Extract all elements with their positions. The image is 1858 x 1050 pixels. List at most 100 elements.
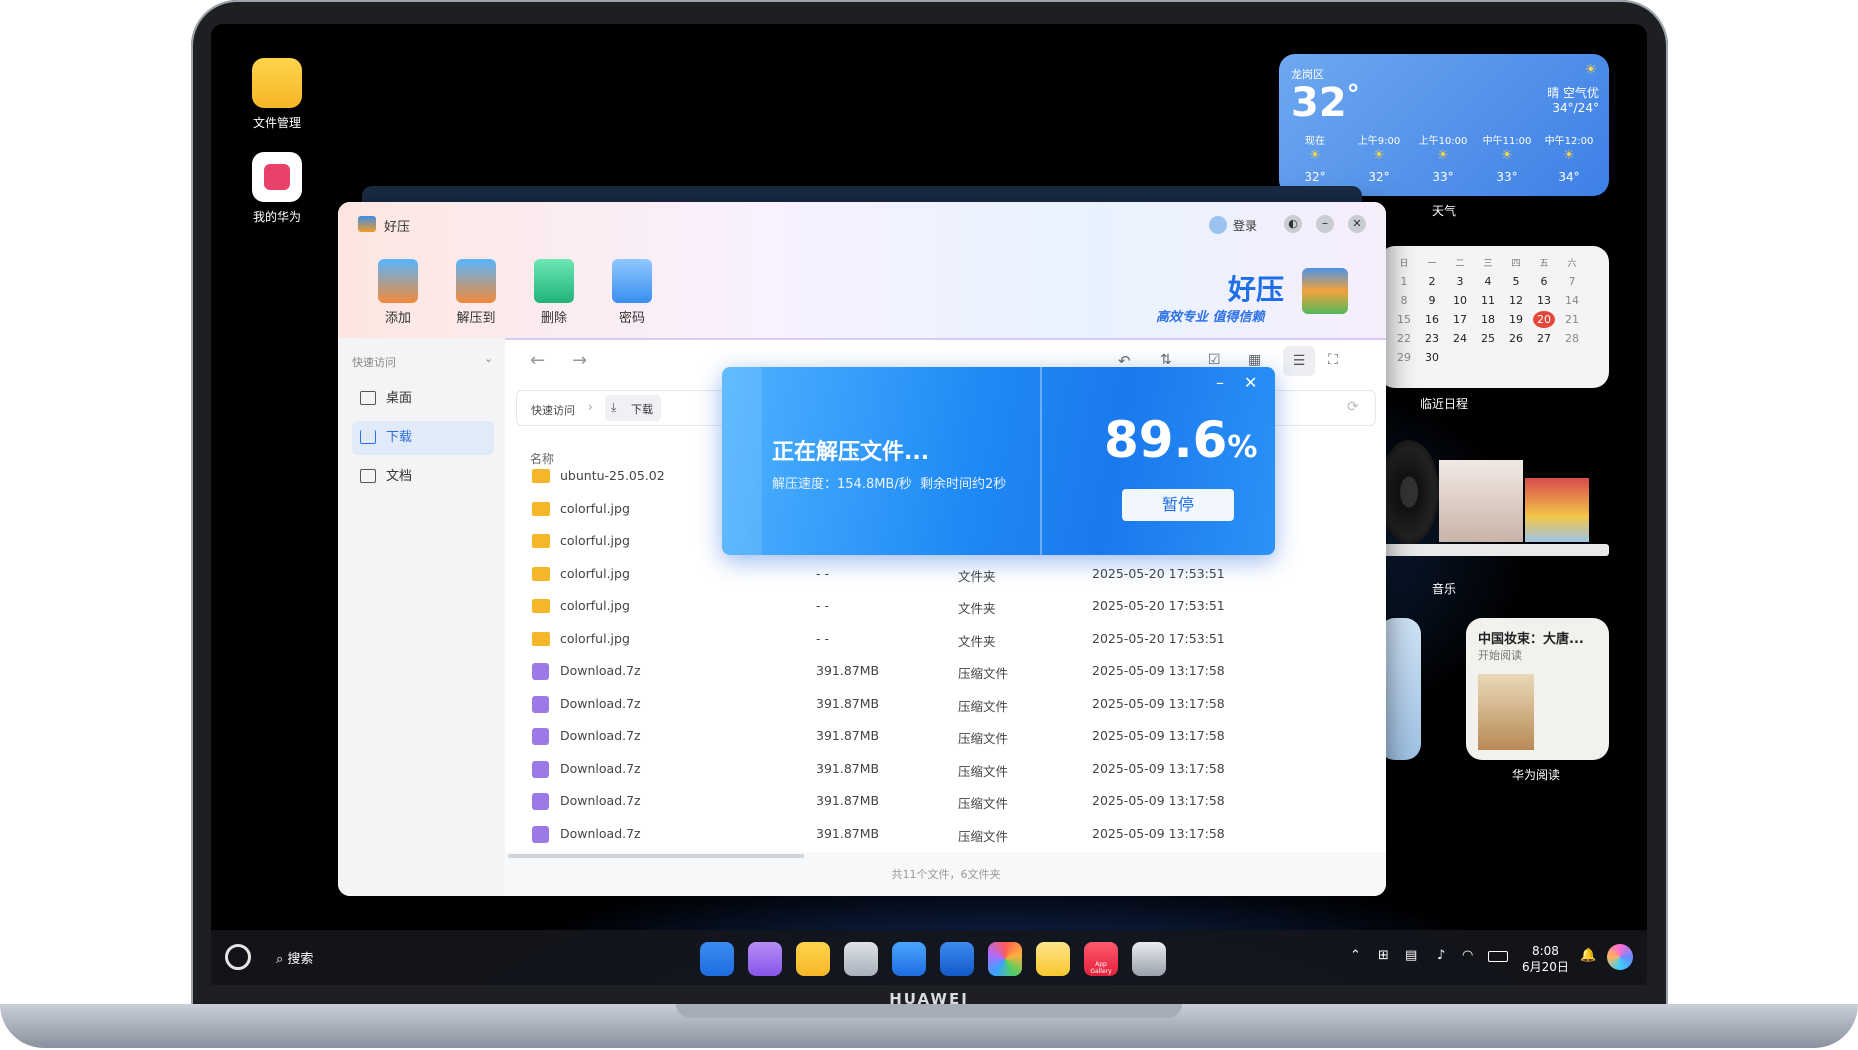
- music-label: 音乐: [1431, 582, 1456, 596]
- calendar-day[interactable]: 7: [1561, 273, 1583, 290]
- calendar-day[interactable]: 22: [1393, 330, 1415, 347]
- sidebar-item-documents[interactable]: 文档: [352, 460, 494, 494]
- notes-icon[interactable]: [1036, 942, 1070, 976]
- input-method-icon[interactable]: ⊞: [1378, 948, 1389, 963]
- calendar-day[interactable]: 11: [1477, 292, 1499, 309]
- calendar-day[interactable]: 4: [1477, 273, 1499, 290]
- horizontal-scrollbar[interactable]: [508, 854, 804, 858]
- file-row[interactable]: Download.7z 391.87MB 压缩文件 2025-05-09 13:17:…: [518, 753, 1378, 785]
- weekday-label: 六: [1567, 259, 1577, 269]
- sidebar-item-downloads[interactable]: 下载: [352, 421, 494, 455]
- back-arrow-icon[interactable]: ←: [530, 350, 545, 371]
- calendar-day[interactable]: 12: [1505, 292, 1527, 309]
- skin-icon[interactable]: ◐: [1284, 215, 1302, 233]
- calendar-day[interactable]: 29: [1393, 349, 1415, 366]
- progress-percent: 89.6%: [1104, 411, 1258, 469]
- refresh-icon[interactable]: ⟳: [1347, 399, 1359, 415]
- password-button[interactable]: 密码: [602, 259, 662, 326]
- calendar-day[interactable]: 21: [1561, 311, 1583, 328]
- calendar-today[interactable]: 20: [1533, 311, 1555, 328]
- settings-icon[interactable]: [1132, 942, 1166, 976]
- start-icon[interactable]: [700, 942, 734, 976]
- reading-widget[interactable]: 中国妆束：大唐... 开始阅读: [1466, 618, 1609, 760]
- sidebar-item-desktop[interactable]: 桌面: [352, 382, 494, 416]
- fullscreen-icon[interactable]: ⛶: [1328, 352, 1338, 368]
- extract-button[interactable]: 解压到: [446, 259, 506, 326]
- multitask-icon[interactable]: [748, 942, 782, 976]
- breadcrumb-quick[interactable]: 快速访问: [531, 402, 575, 418]
- grid-view-icon[interactable]: ▦: [1248, 352, 1261, 368]
- calendar-day[interactable]: 23: [1421, 330, 1443, 347]
- file-row[interactable]: Download.7z 391.87MB 压缩文件 2025-05-09 13:17:…: [518, 688, 1378, 720]
- calendar-day[interactable]: 5: [1505, 273, 1527, 290]
- desktop-icon-files[interactable]: 文件管理: [237, 58, 317, 131]
- calendar-day[interactable]: 13: [1533, 292, 1555, 309]
- trash-icon[interactable]: [844, 942, 878, 976]
- mail-icon[interactable]: [940, 942, 974, 976]
- calendar-day[interactable]: 26: [1505, 330, 1527, 347]
- forward-arrow-icon[interactable]: →: [572, 350, 587, 371]
- celia-icon[interactable]: [1607, 944, 1633, 970]
- chevron-up-icon[interactable]: ⌃: [1350, 948, 1361, 963]
- calendar-day[interactable]: 2: [1421, 273, 1443, 290]
- clock[interactable]: 8:08 6月20日: [1522, 944, 1569, 975]
- file-row[interactable]: colorful.jpg - - 文件夹 2025-05-20 17:53:51: [518, 558, 1378, 590]
- calendar-day[interactable]: 27: [1533, 330, 1555, 347]
- file-row[interactable]: colorful.jpg - - 文件夹 2025-05-20 17:53:51: [518, 623, 1378, 655]
- file-size: 391.87MB: [816, 825, 880, 841]
- calendar-day[interactable]: 14: [1561, 292, 1583, 309]
- calendar-day[interactable]: 1: [1393, 273, 1415, 290]
- weekday-label: 四: [1511, 259, 1521, 269]
- delete-button[interactable]: 删除: [524, 259, 584, 326]
- file-type: 压缩文件: [958, 731, 1009, 746]
- taskbar-search[interactable]: ⌕ 搜索: [276, 948, 313, 967]
- desktop-icon-myhuawei[interactable]: 我的华为: [237, 152, 317, 225]
- minimize-button[interactable]: –: [1316, 215, 1334, 233]
- volume-icon[interactable]: ♪: [1437, 948, 1445, 963]
- clipboard-icon[interactable]: ▤: [1405, 948, 1417, 963]
- file-row[interactable]: Download.7z 391.87MB 压缩文件 2025-05-09 13:17:…: [518, 655, 1378, 687]
- select-icon[interactable]: ☑: [1208, 352, 1221, 368]
- minimize-dialog-button[interactable]: –: [1216, 373, 1224, 392]
- calendar-day[interactable]: 15: [1393, 311, 1415, 328]
- calendar-day[interactable]: 10: [1449, 292, 1471, 309]
- file-row[interactable]: Download.7z 391.87MB 压缩文件 2025-05-09 13:17:…: [518, 785, 1378, 817]
- music-widget[interactable]: [1379, 440, 1609, 558]
- weather-widget[interactable]: 龙岗区 32° ☀ 晴 空气优 34°/24° 现在 ☀ 32° 上午9:00 ☀ 32°…: [1279, 54, 1609, 196]
- file-name: Download.7z: [560, 825, 641, 841]
- file-name: colorful.jpg: [560, 565, 630, 581]
- calendar-day[interactable]: 17: [1449, 311, 1471, 328]
- login-link[interactable]: 登录: [1233, 217, 1257, 234]
- file-row[interactable]: Download.7z 391.87MB 压缩文件 2025-05-09 13:17:…: [518, 818, 1378, 850]
- calendar-day[interactable]: 30: [1421, 349, 1443, 366]
- battery-icon[interactable]: [1488, 951, 1508, 962]
- gallery-icon[interactable]: [988, 942, 1022, 976]
- list-view-icon[interactable]: ☰: [1283, 346, 1315, 376]
- calendar-day[interactable]: 18: [1477, 311, 1499, 328]
- close-dialog-button[interactable]: ✕: [1244, 373, 1257, 392]
- assistant-icon[interactable]: [225, 944, 251, 970]
- pause-button[interactable]: 暂停: [1122, 489, 1234, 521]
- calendar-day[interactable]: 19: [1505, 311, 1527, 328]
- files-icon[interactable]: [796, 942, 830, 976]
- calendar-day[interactable]: 6: [1533, 273, 1555, 290]
- sort-icon[interactable]: ⇅: [1160, 352, 1172, 368]
- browser-icon[interactable]: [892, 942, 926, 976]
- calendar-day[interactable]: 28: [1561, 330, 1583, 347]
- calendar-widget[interactable]: 日一二三四五六 1 2 3 4 5 6 7 8 9 10 11 12 13 14 15 16 17 18 19 20 21…: [1379, 246, 1609, 388]
- calendar-day[interactable]: 25: [1477, 330, 1499, 347]
- file-row[interactable]: colorful.jpg - - 文件夹 2025-05-20 17:53:51: [518, 590, 1378, 622]
- appgallery-icon[interactable]: App Gallery: [1084, 942, 1118, 976]
- close-button[interactable]: ✕: [1348, 215, 1366, 233]
- calendar-day[interactable]: 9: [1421, 292, 1443, 309]
- breadcrumb-downloads[interactable]: ⤓ 下载: [605, 395, 661, 421]
- calendar-day[interactable]: 16: [1421, 311, 1443, 328]
- chevron-down-icon[interactable]: ⌄: [484, 352, 493, 365]
- notification-bell-icon[interactable]: 🔔: [1580, 948, 1596, 963]
- add-button[interactable]: 添加: [368, 259, 428, 326]
- calendar-day[interactable]: 3: [1449, 273, 1471, 290]
- calendar-day[interactable]: 24: [1449, 330, 1471, 347]
- file-row[interactable]: Download.7z 391.87MB 压缩文件 2025-05-09 13:17:…: [518, 720, 1378, 752]
- calendar-day[interactable]: 8: [1393, 292, 1415, 309]
- wifi-icon[interactable]: ◠: [1462, 948, 1473, 963]
